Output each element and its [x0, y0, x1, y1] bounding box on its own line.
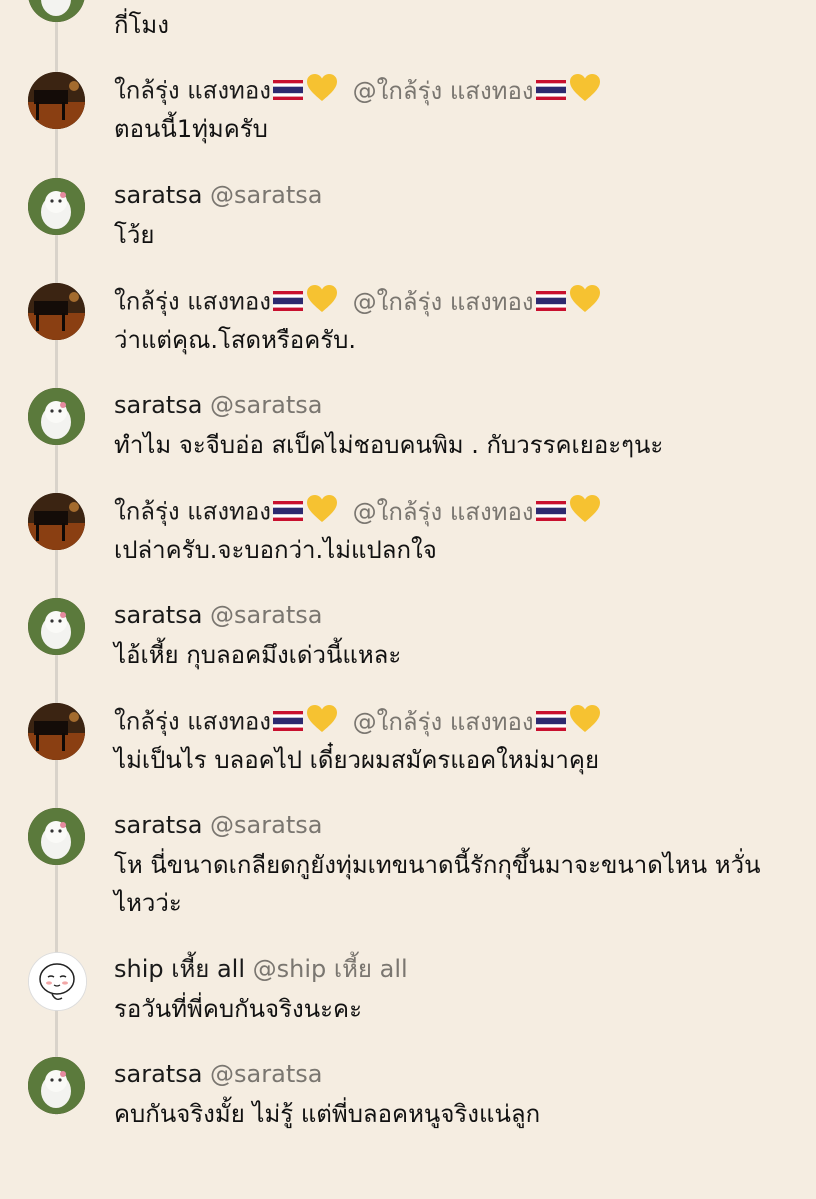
username-handle[interactable]: @saratsa	[210, 601, 322, 629]
avatar-ship[interactable]	[28, 952, 87, 1011]
yellow-heart-icon	[306, 495, 337, 530]
avatar-saratsa[interactable]	[28, 178, 85, 235]
comment-header: saratsa @saratsa	[114, 600, 322, 630]
avatar-saratsa[interactable]	[28, 1057, 85, 1114]
thai-flag-icon	[535, 77, 566, 107]
yellow-heart-icon	[569, 705, 600, 740]
yellow-heart-icon	[306, 74, 337, 109]
avatar-saratsa[interactable]	[28, 388, 85, 445]
comment-text: ไม่เป็นไร บลอคไป เดี๋ยวผมสมัครแอคใหม่มาค…	[114, 746, 600, 774]
thai-flag-icon	[535, 288, 566, 318]
avatar-saratsa[interactable]	[28, 598, 85, 655]
thai-flag-icon	[272, 77, 303, 107]
display-name[interactable]: saratsa	[114, 391, 202, 419]
comment-text: ทำไม จะจีบอ่อ สเป็คไม่ชอบคนพิม . กับวรรค…	[114, 431, 664, 459]
comment-text: คบกันจริงมั้ย ไม่รู้ แต่พี่บลอคหนูจริงแน…	[114, 1100, 541, 1128]
username-handle[interactable]: @saratsa	[210, 181, 322, 209]
avatar-user[interactable]	[28, 72, 85, 129]
avatar-user[interactable]	[28, 493, 85, 550]
comment-header: saratsa @saratsa	[114, 1059, 322, 1089]
avatar-user[interactable]	[28, 703, 85, 760]
display-name[interactable]: saratsa	[114, 811, 202, 839]
yellow-heart-icon	[569, 74, 600, 109]
yellow-heart-icon	[569, 495, 600, 530]
username-handle[interactable]: @ใกล้รุ่ง แสงทอง	[353, 288, 534, 316]
avatar-saratsa[interactable]	[28, 808, 85, 865]
username-handle[interactable]: @ใกล้รุ่ง แสงทอง	[353, 498, 534, 526]
comment-header: ใกล้รุ่ง แสงทอง @ใกล้รุ่ง แสงทอง	[114, 705, 600, 740]
thai-flag-icon	[272, 498, 303, 528]
comment-text: โห นี่ขนาดเกลียดกูยังทุ่มเทขนาดนี้รักกุข…	[114, 851, 761, 917]
display-name[interactable]: saratsa	[114, 601, 202, 629]
comment-text: กี่โมง	[114, 11, 169, 39]
thai-flag-icon	[535, 708, 566, 738]
display-name[interactable]: saratsa	[114, 181, 202, 209]
comment-header: ใกล้รุ่ง แสงทอง @ใกล้รุ่ง แสงทอง	[114, 285, 600, 320]
username-handle[interactable]: @saratsa	[210, 391, 322, 419]
comment-text: ไอ้เหี้ย กุบลอคมึงเด่วนี้แหละ	[114, 641, 402, 669]
avatar-user[interactable]	[28, 283, 85, 340]
comment-header: ใกล้รุ่ง แสงทอง @ใกล้รุ่ง แสงทอง	[114, 74, 600, 109]
comment-text: ตอนนี้1ทุ่มครับ	[114, 115, 268, 143]
display-name[interactable]: ship เหี้ย all	[114, 955, 245, 983]
comment-text: ว่าแต่คุณ.โสดหรือครับ.	[114, 326, 357, 354]
username-handle[interactable]: @ใกล้รุ่ง แสงทอง	[353, 708, 534, 736]
comment-header: saratsa @saratsa	[114, 810, 322, 840]
display-name[interactable]: saratsa	[114, 1060, 202, 1088]
thai-flag-icon	[272, 288, 303, 318]
username-handle[interactable]: @ใกล้รุ่ง แสงทอง	[353, 77, 534, 105]
thai-flag-icon	[272, 708, 303, 738]
username-handle[interactable]: @ship เหี้ย all	[253, 955, 408, 983]
yellow-heart-icon	[306, 705, 337, 740]
avatar-saratsa[interactable]	[28, 0, 85, 22]
comment-text: รอวันที่พี่คบกันจริงนะคะ	[114, 995, 362, 1023]
display-name[interactable]: ใกล้รุ่ง แสงทอง	[114, 77, 271, 105]
comment-header: saratsa @saratsa	[114, 180, 322, 210]
thread-line	[55, 0, 58, 1115]
display-name[interactable]: ใกล้รุ่ง แสงทอง	[114, 498, 271, 526]
comment-text: เปล่าครับ.จะบอกว่า.ไม่แปลกใจ	[114, 536, 437, 564]
username-handle[interactable]: @saratsa	[210, 811, 322, 839]
yellow-heart-icon	[306, 285, 337, 320]
thai-flag-icon	[535, 498, 566, 528]
display-name[interactable]: ใกล้รุ่ง แสงทอง	[114, 708, 271, 736]
comment-header: ใกล้รุ่ง แสงทอง @ใกล้รุ่ง แสงทอง	[114, 495, 600, 530]
yellow-heart-icon	[569, 285, 600, 320]
display-name[interactable]: ใกล้รุ่ง แสงทอง	[114, 288, 271, 316]
username-handle[interactable]: @saratsa	[210, 1060, 322, 1088]
comment-header: saratsa @saratsa	[114, 390, 322, 420]
comment-header: ship เหี้ย all @ship เหี้ย all	[114, 954, 408, 984]
comment-text: โว้ย	[114, 221, 155, 249]
